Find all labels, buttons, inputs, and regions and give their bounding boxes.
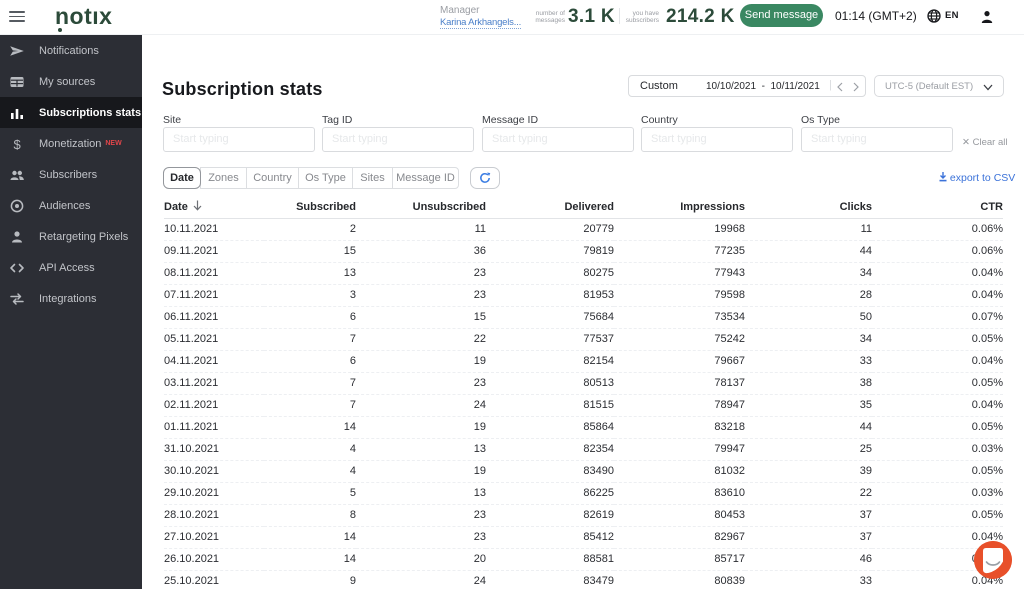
svg-text:$: $ [14, 137, 22, 152]
